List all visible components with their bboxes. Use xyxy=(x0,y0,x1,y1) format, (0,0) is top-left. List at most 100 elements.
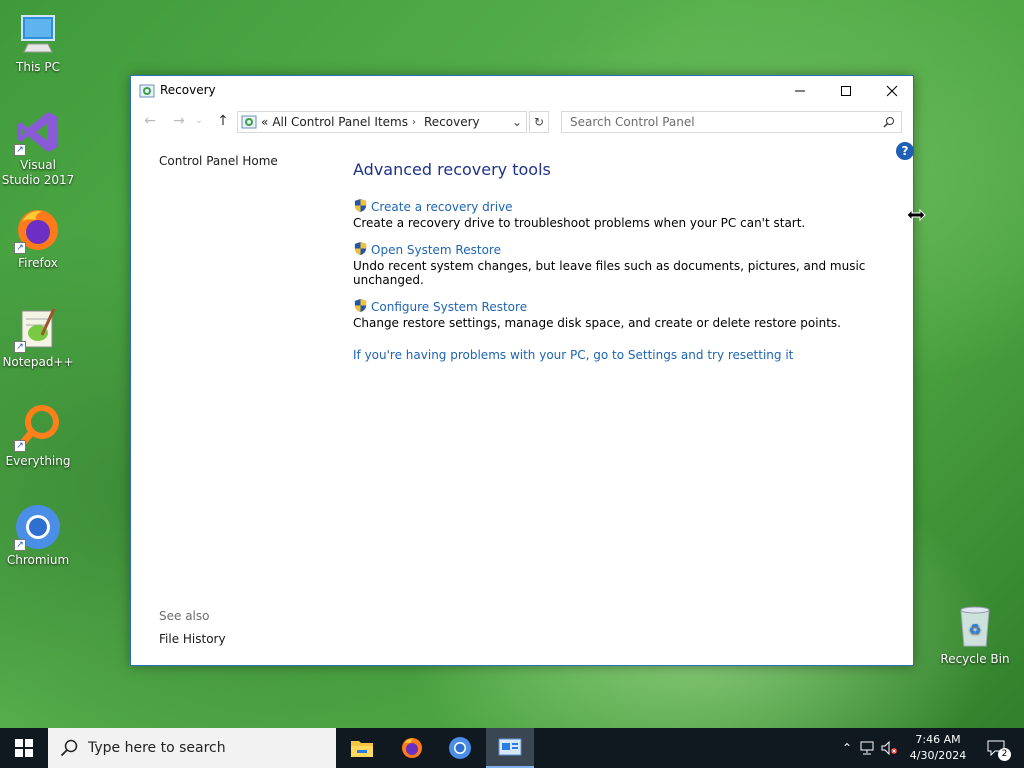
configure-system-restore-link[interactable]: Configure System Restore xyxy=(353,298,893,316)
desktop-icon-everything[interactable]: ↗ Everything xyxy=(0,404,76,469)
search-input[interactable]: Search Control Panel xyxy=(561,111,902,133)
tool-description: Undo recent system changes, but leave fi… xyxy=(353,259,866,287)
folder-icon xyxy=(351,741,373,757)
chromium-icon: ↗ xyxy=(14,503,62,551)
control-panel-home-link[interactable]: Control Panel Home xyxy=(159,154,278,168)
maximize-icon xyxy=(841,86,851,96)
system-tray: ⌃ xyxy=(838,728,900,768)
tool-link-label: Create a recovery drive xyxy=(371,200,513,214)
taskbar-search-placeholder: Type here to search xyxy=(88,740,226,756)
navigation-bar: ← → ⌄ ↑ « All Control Panel Items › Reco… xyxy=(131,106,913,136)
desktop-icon-label: This PC xyxy=(16,60,60,74)
open-system-restore-link[interactable]: Open System Restore xyxy=(353,241,893,259)
taskbar-clock[interactable]: 7:46 AM 4/30/2024 xyxy=(904,732,972,764)
address-bar[interactable]: « All Control Panel Items › Recovery ⌄ xyxy=(237,111,527,133)
desktop-icon-notepadpp[interactable]: ↗ Notepad++ xyxy=(0,305,76,370)
arrow-right-icon: → xyxy=(173,113,185,129)
tool-description: Create a recovery drive to troubleshoot … xyxy=(353,216,806,230)
recent-locations-button[interactable]: ⌄ xyxy=(193,112,205,130)
create-recovery-drive-link[interactable]: Create a recovery drive xyxy=(353,198,893,216)
clock-time: 7:46 AM xyxy=(915,733,961,746)
minimize-button[interactable] xyxy=(777,76,823,106)
maximize-button[interactable] xyxy=(823,76,869,106)
file-history-link[interactable]: File History xyxy=(159,632,226,646)
breadcrumb-overflow[interactable]: « xyxy=(257,115,272,129)
tool-link-label: Open System Restore xyxy=(371,243,501,257)
everything-search-icon: ↗ xyxy=(14,404,62,452)
desktop-icon-this-pc[interactable]: This PC xyxy=(0,10,76,75)
desktop-icon-label: Firefox xyxy=(18,256,58,270)
chromium-icon xyxy=(449,737,471,759)
desktop-icon-label: Everything xyxy=(5,454,71,468)
firefox-icon: ↗ xyxy=(14,206,62,254)
page-title: Advanced recovery tools xyxy=(353,160,551,179)
shortcut-arrow-icon: ↗ xyxy=(14,539,26,551)
windows-logo-icon xyxy=(15,739,33,757)
arrow-up-icon: ↑ xyxy=(217,113,229,129)
refresh-button[interactable]: ↻ xyxy=(529,111,549,133)
tool-link-label: Configure System Restore xyxy=(371,300,528,314)
desktop-icon-chromium[interactable]: ↗ Chromium xyxy=(0,503,76,568)
left-navigation-pane: Control Panel Home xyxy=(159,154,278,168)
arrow-left-icon: ← xyxy=(144,113,156,129)
breadcrumb-recovery[interactable]: Recovery xyxy=(416,115,484,129)
control-panel-icon xyxy=(241,114,257,130)
recovery-window: Recovery ← → ⌄ ↑ « All Control Panel Ite… xyxy=(130,75,914,666)
shortcut-arrow-icon: ↗ xyxy=(14,440,26,452)
uac-shield-icon xyxy=(353,241,368,259)
taskbar-chromium[interactable] xyxy=(436,728,484,768)
clock-date: 4/30/2024 xyxy=(909,749,967,762)
close-button[interactable] xyxy=(869,76,915,106)
search-icon xyxy=(60,739,78,757)
window-title: Recovery xyxy=(160,83,216,97)
control-panel-icon xyxy=(498,738,522,756)
help-icon[interactable]: ? xyxy=(896,142,914,160)
volume-muted-icon[interactable] xyxy=(878,741,900,755)
chevron-down-icon: ⌄ xyxy=(195,116,203,126)
desktop-icon-visual-studio[interactable]: ↗ Visual Studio 2017 xyxy=(0,108,76,188)
reset-pc-settings-link[interactable]: If you're having problems with your PC, … xyxy=(353,348,893,362)
desktop-icon-label: Visual Studio 2017 xyxy=(1,158,75,187)
forward-button[interactable]: → xyxy=(169,112,189,130)
minimize-icon xyxy=(795,90,805,92)
chevron-up-icon[interactable]: ⌃ xyxy=(838,741,856,755)
shortcut-arrow-icon: ↗ xyxy=(14,341,26,353)
up-button[interactable]: ↑ xyxy=(213,112,233,130)
notification-icon: 2 xyxy=(987,740,1011,761)
main-content: Advanced recovery tools Create a recover… xyxy=(353,160,893,362)
desktop-icon-firefox[interactable]: ↗ Firefox xyxy=(0,206,76,271)
taskbar-file-explorer[interactable] xyxy=(338,728,386,768)
search-icon[interactable] xyxy=(883,116,895,131)
notepadpp-icon: ↗ xyxy=(14,305,62,353)
taskbar-firefox[interactable] xyxy=(388,728,436,768)
see-also-label: See also xyxy=(159,609,210,623)
taskbar-search-box[interactable]: Type here to search xyxy=(48,728,336,768)
control-panel-icon xyxy=(139,83,155,99)
desktop-icon-label: Chromium xyxy=(6,553,70,567)
network-icon[interactable] xyxy=(856,741,878,755)
breadcrumb-all-control-panel-items[interactable]: All Control Panel Items xyxy=(272,115,412,129)
tool-configure-system-restore: Configure System Restore Change restore … xyxy=(353,298,893,330)
address-dropdown-icon[interactable]: ⌄ xyxy=(512,115,522,129)
start-button[interactable] xyxy=(0,728,48,768)
back-button[interactable]: ← xyxy=(140,112,160,130)
uac-shield-icon xyxy=(353,298,368,316)
svg-text:♻: ♻ xyxy=(969,622,982,638)
close-icon xyxy=(886,85,898,97)
uac-shield-icon xyxy=(353,198,368,216)
tool-description: Change restore settings, manage disk spa… xyxy=(353,316,841,330)
taskbar: Type here to search ⌃ 7:46 AM 4/30/2024 … xyxy=(0,728,1024,768)
firefox-icon xyxy=(402,738,422,758)
notification-count-badge: 2 xyxy=(998,748,1011,761)
desktop-icon-label: Recycle Bin xyxy=(940,652,1010,666)
recycle-bin-icon: ♻ xyxy=(951,602,999,650)
tool-open-system-restore: Open System Restore Undo recent system c… xyxy=(353,241,893,287)
desktop-icon-label: Notepad++ xyxy=(2,355,74,369)
refresh-icon: ↻ xyxy=(533,115,545,129)
desktop-icon-recycle-bin[interactable]: ♻ Recycle Bin xyxy=(937,602,1013,667)
action-center-button[interactable]: 2 xyxy=(976,728,1016,768)
search-placeholder: Search Control Panel xyxy=(570,115,695,129)
title-bar[interactable]: Recovery xyxy=(131,76,913,106)
taskbar-control-panel[interactable] xyxy=(486,728,534,768)
shortcut-arrow-icon: ↗ xyxy=(14,144,26,156)
